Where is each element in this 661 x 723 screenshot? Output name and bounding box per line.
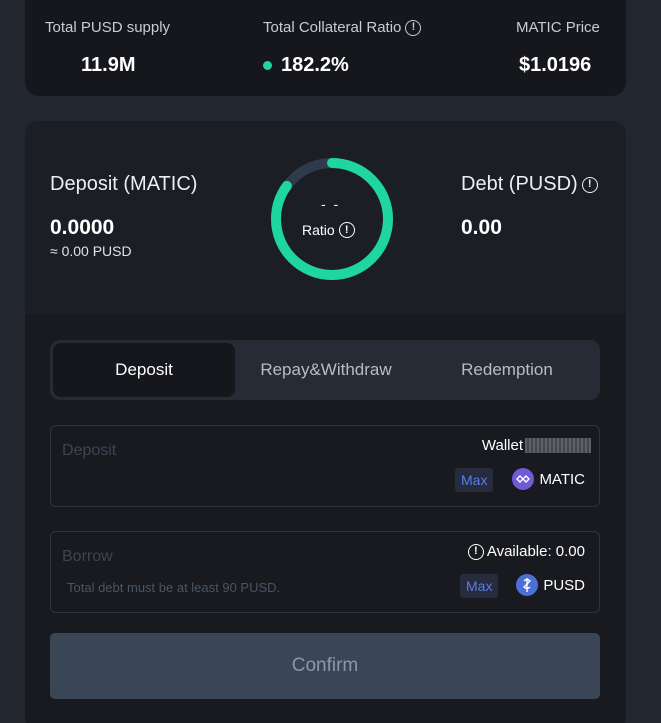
matic-price-label: MATIC Price — [516, 19, 600, 36]
stat-matic-price: MATIC Price $1.0196 — [516, 19, 600, 77]
min-debt-hint: Total debt must be at least 90 PUSD. — [67, 580, 281, 595]
deposit-max-button[interactable]: Max — [455, 468, 494, 492]
wallet-balance-masked — [525, 438, 591, 453]
stat-collateral-ratio: Total Collateral Ratio ! 182.2% — [263, 19, 422, 77]
action-tabs: Deposit Repay&Withdraw Redemption — [50, 340, 600, 400]
deposit-token: MATIC — [512, 468, 585, 490]
supply-label: Total PUSD supply — [45, 19, 171, 36]
deposit-label: Deposit (MATIC) — [50, 173, 198, 195]
collateral-ratio-value-row: 182.2% — [263, 54, 421, 77]
deposit-input[interactable] — [62, 440, 362, 462]
collateral-ratio-label-row: Total Collateral Ratio ! — [263, 19, 422, 36]
borrow-input[interactable] — [62, 546, 362, 568]
deposit-pusd-equivalent: ≈ 0.00 PUSD — [50, 243, 132, 259]
ratio-label-row: Ratio ! — [302, 222, 355, 238]
matic-token-icon — [512, 468, 535, 490]
matic-price-value: $1.0196 — [519, 54, 592, 76]
wallet-balance: Wallet — [482, 437, 591, 454]
status-dot-icon — [263, 61, 272, 70]
deposit-token-name: MATIC — [539, 470, 585, 488]
ratio-ring — [271, 158, 393, 280]
borrow-token-name: PUSD — [543, 576, 585, 594]
available-borrow: ! Available: 0.00 — [467, 543, 585, 560]
deposit-value: 0.0000 — [50, 216, 115, 239]
debt-value: 0.00 — [461, 216, 502, 239]
borrow-token: PUSD — [516, 574, 585, 596]
debt-label: Debt (PUSD) — [461, 173, 578, 195]
tab-deposit[interactable]: Deposit — [53, 343, 235, 397]
ratio-label: Ratio — [302, 222, 335, 238]
collateral-ratio-label: Total Collateral Ratio — [263, 19, 402, 36]
tab-redemption[interactable]: Redemption — [417, 343, 597, 397]
ratio-value: - - — [321, 196, 341, 212]
available-label: Available: 0.00 — [486, 543, 585, 560]
debt-label-row: Debt (PUSD) ! — [461, 173, 598, 196]
position-summary: Deposit (MATIC) 0.0000 ≈ 0.00 PUSD - - R… — [25, 121, 626, 314]
info-icon[interactable]: ! — [581, 176, 598, 193]
info-icon[interactable]: ! — [405, 19, 422, 36]
vault-panel: Deposit (MATIC) 0.0000 ≈ 0.00 PUSD - - R… — [25, 121, 626, 723]
stats-bar: Total PUSD supply 11.9M Total Collateral… — [25, 0, 626, 96]
deposit-field: Wallet Max MATIC — [50, 425, 600, 507]
borrow-field: ! Available: 0.00 Total debt must be at … — [50, 531, 600, 613]
borrow-max-button[interactable]: Max — [460, 574, 499, 598]
wallet-label: Wallet — [481, 437, 523, 454]
collateral-ratio-value: 182.2% — [281, 54, 349, 76]
confirm-button[interactable]: Confirm — [50, 633, 600, 699]
info-icon[interactable]: ! — [467, 543, 484, 560]
info-icon[interactable]: ! — [338, 222, 355, 238]
tab-repay-withdraw[interactable]: Repay&Withdraw — [235, 343, 417, 397]
pusd-token-icon — [516, 574, 539, 596]
supply-value: 11.9M — [81, 54, 136, 76]
stat-supply: Total PUSD supply 11.9M — [45, 19, 170, 77]
